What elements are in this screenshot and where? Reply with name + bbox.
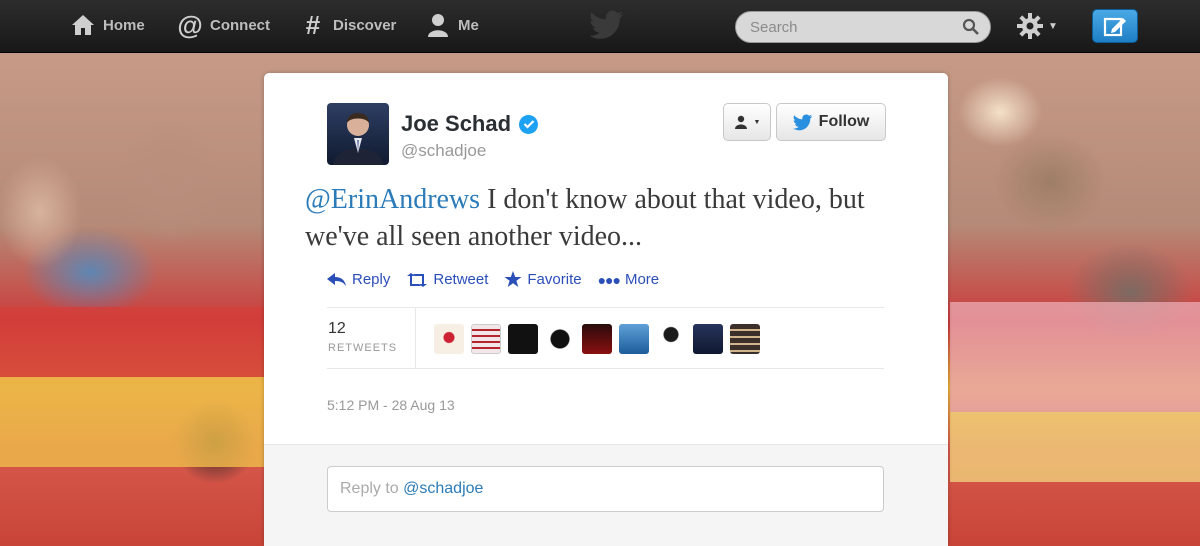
nav-me[interactable]: Me [425, 12, 479, 38]
author-handle[interactable]: @schadjoe [401, 141, 486, 161]
twitter-bird-icon [792, 113, 812, 130]
retweet-action[interactable]: Retweet [406, 271, 488, 288]
chevron-down-icon: ▼ [753, 118, 761, 126]
retweet-label: Retweet [433, 271, 489, 288]
retweet-count-label: RETWEETS [328, 342, 398, 354]
at-icon: @ [177, 9, 203, 40]
follow-label: Follow [818, 113, 870, 130]
retweeter-avatar[interactable] [730, 324, 760, 354]
tweet-timestamp[interactable]: 5:12 PM - 28 Aug 13 [327, 397, 455, 413]
favorite-action[interactable]: Favorite [504, 271, 582, 288]
verified-badge-icon [519, 114, 539, 134]
nav-me-label: Me [458, 16, 479, 34]
follow-button[interactable]: Follow [776, 103, 886, 141]
reply-area: Reply to @schadjoe [264, 444, 948, 546]
reply-mention: @schadjoe [403, 480, 484, 497]
top-navigation-bar: Home @ Connect # Discover Me Search ▼ [0, 0, 1200, 53]
tweet-text: @ErinAndrews I don't know about that vid… [305, 181, 930, 255]
retweeter-avatar[interactable] [693, 324, 723, 354]
reply-action[interactable]: Reply [327, 271, 390, 288]
stats-divider [415, 308, 416, 368]
author-name[interactable]: Joe Schad [401, 111, 539, 137]
star-icon [504, 271, 522, 287]
nav-connect-label: Connect [210, 16, 270, 34]
chevron-down-icon: ▼ [1048, 20, 1058, 32]
retweeter-avatars [434, 324, 760, 354]
tweet-stats: 12 RETWEETS [327, 307, 884, 369]
retweeter-avatar[interactable] [582, 324, 612, 354]
hash-icon: # [305, 9, 321, 40]
nav-home[interactable]: Home [70, 12, 145, 38]
reply-label: Reply [352, 271, 391, 288]
nav-connect[interactable]: @ Connect [177, 9, 270, 40]
search-input[interactable] [748, 17, 957, 37]
reply-input[interactable]: Reply to @schadjoe [327, 466, 884, 512]
retweeter-avatar[interactable] [434, 324, 464, 354]
author-name-text[interactable]: Joe Schad [401, 111, 511, 137]
retweet-count[interactable]: 12 [328, 320, 346, 338]
compose-icon [1103, 17, 1126, 37]
user-actions-button[interactable]: ▼ [723, 103, 771, 141]
person-icon [734, 115, 747, 129]
more-label: More [624, 271, 660, 288]
nav-home-label: Home [103, 16, 145, 34]
more-dots-icon: ●●● [597, 271, 621, 288]
compose-tweet-button[interactable] [1092, 9, 1138, 43]
search-icon[interactable] [962, 18, 980, 36]
tweet-card: Joe Schad @schadjoe ▼ Follow @ErinAndrew… [264, 73, 948, 546]
reply-prefix: Reply to [340, 480, 404, 497]
retweeter-avatar[interactable] [508, 324, 538, 354]
retweeter-avatar[interactable] [471, 324, 501, 354]
settings-menu[interactable]: ▼ [1016, 12, 1058, 40]
mention-link[interactable]: @ErinAndrews [305, 184, 480, 215]
retweeter-avatar[interactable] [656, 324, 686, 354]
person-icon [425, 12, 451, 38]
retweeter-avatar[interactable] [619, 324, 649, 354]
nav-discover-label: Discover [333, 16, 397, 34]
tweet-actions: Reply Retweet Favorite ●●● More [327, 271, 675, 288]
home-icon [70, 12, 96, 38]
search-box[interactable] [735, 11, 991, 43]
avatar[interactable] [327, 103, 389, 165]
favorite-label: Favorite [527, 271, 582, 288]
gear-icon [1017, 13, 1043, 39]
retweet-icon [407, 272, 428, 287]
more-action[interactable]: ●●● More [598, 271, 660, 288]
nav-discover[interactable]: # Discover [300, 9, 397, 40]
reply-icon [327, 272, 346, 286]
retweeter-avatar[interactable] [545, 324, 575, 354]
twitter-bird-icon [590, 10, 623, 39]
